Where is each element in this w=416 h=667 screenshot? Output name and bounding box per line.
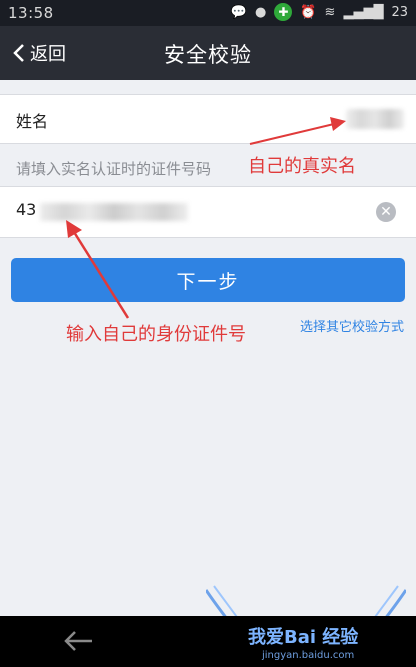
status-icons: 💬 ● ✚ ⏰ ≋ ▂▄▆█ 23 — [231, 3, 408, 21]
name-value-blurred — [346, 109, 404, 129]
next-step-button[interactable]: 下一步 — [11, 258, 405, 302]
id-hint: 请填入实名认证时的证件号码 — [16, 160, 212, 178]
clear-icon[interactable]: ✕ — [376, 202, 396, 222]
arrow-left-icon[interactable] — [64, 630, 94, 652]
name-label: 姓名 — [16, 112, 49, 131]
wifi-icon: ≋ — [324, 4, 336, 20]
dot-icon: ● — [255, 4, 267, 20]
security-app-icon: ✚ — [274, 3, 293, 21]
name-row: 姓名 — [0, 94, 416, 144]
id-row[interactable]: ✕ — [0, 186, 416, 238]
chat-icon: 💬 — [230, 4, 248, 20]
battery-level: 23 — [391, 4, 408, 20]
id-number-blurred — [40, 203, 188, 221]
annotation-id: 输入自己的身份证件号 — [66, 324, 246, 345]
status-bar: 13:58 💬 ● ✚ ⏰ ≋ ▂▄▆█ 23 — [0, 0, 416, 26]
signal-icon: ▂▄▆█ — [343, 4, 384, 20]
alarm-icon: ⏰ — [300, 4, 317, 20]
page-title: 安全校验 — [164, 43, 252, 67]
other-verification-link[interactable]: 选择其它校验方式 — [300, 316, 404, 335]
watermark-url: jingyan.baidu.com — [262, 650, 355, 661]
status-time: 13:58 — [8, 4, 54, 22]
watermark-text: 我爱Bai 经验 — [248, 627, 359, 648]
main-content: 姓名 请填入实名认证时的证件号码 ✕ 下一步 选择其它校验方式 自己的真实名 输… — [0, 80, 416, 616]
title-bar: 返回 安全校验 — [0, 26, 416, 80]
annotation-name: 自己的真实名 — [248, 156, 356, 177]
